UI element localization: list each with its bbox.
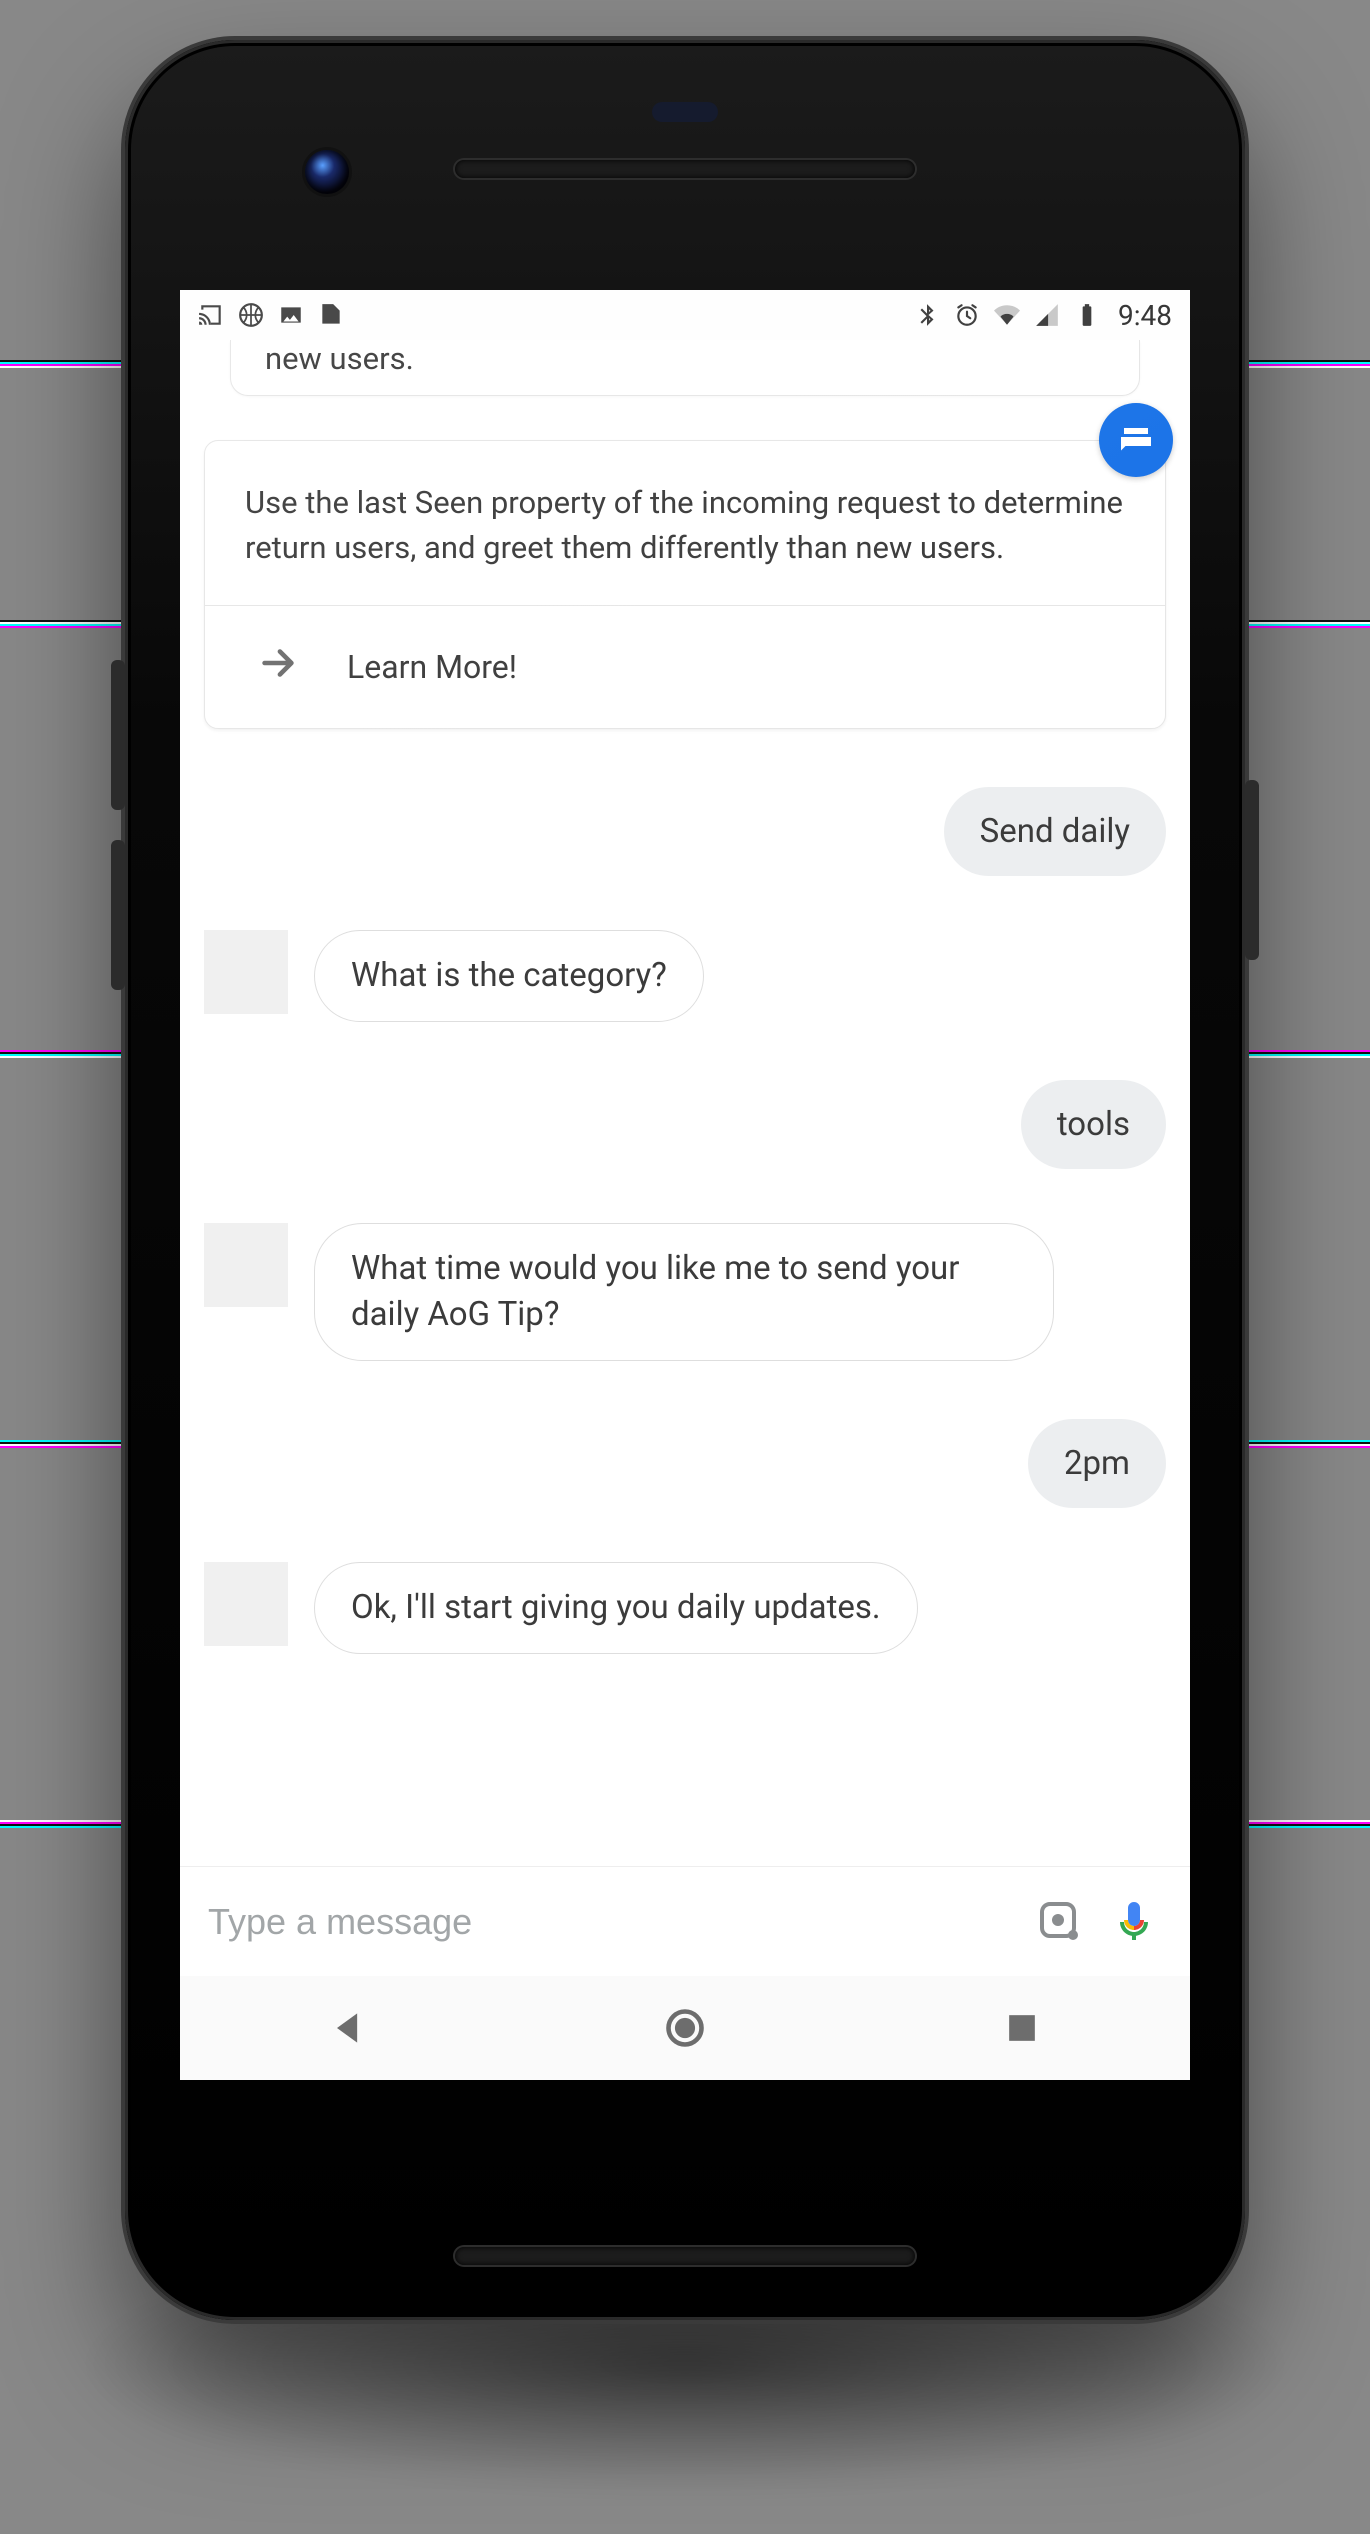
learn-more-button[interactable]: Learn More!: [205, 605, 1165, 728]
user-bubble[interactable]: tools: [1021, 1080, 1166, 1170]
card-body-text: Use the last Seen property of the incomi…: [205, 441, 1165, 605]
card-partial-text: new users.: [230, 340, 1140, 396]
front-camera: [305, 150, 349, 194]
learn-more-label: Learn More!: [347, 648, 517, 686]
bot-bubble[interactable]: What time would you like me to send your…: [314, 1223, 1054, 1360]
volume-up-button: [111, 660, 125, 810]
nav-recents-button[interactable]: [994, 2000, 1050, 2056]
message-input[interactable]: [208, 1901, 1014, 1943]
proximity-sensor: [652, 102, 718, 122]
user-message-row: 2pm: [180, 1419, 1190, 1509]
bluetooth-icon: [914, 302, 940, 328]
power-button: [1245, 780, 1259, 960]
agent-badge-icon: [1099, 403, 1173, 477]
lens-icon[interactable]: [1032, 1894, 1088, 1950]
bot-avatar: [204, 1223, 288, 1307]
bot-avatar: [204, 930, 288, 1014]
status-bar: 9:48: [180, 290, 1190, 340]
user-message-row: tools: [180, 1080, 1190, 1170]
screen: 9:48 new users. Use the last Seen proper…: [180, 290, 1190, 2080]
user-bubble[interactable]: Send daily: [944, 787, 1166, 877]
user-message-row: Send daily: [180, 787, 1190, 877]
arrow-right-icon: [255, 640, 301, 694]
nav-back-button[interactable]: [320, 2000, 376, 2056]
alarm-icon: [954, 302, 980, 328]
cell-icon: [1034, 302, 1060, 328]
nav-home-button[interactable]: [657, 2000, 713, 2056]
bottom-speaker: [455, 2247, 915, 2265]
bot-bubble[interactable]: What is the category?: [314, 930, 704, 1022]
bot-avatar: [204, 1562, 288, 1646]
phone-frame: 9:48 new users. Use the last Seen proper…: [125, 40, 1245, 2320]
cast-icon: [198, 302, 224, 328]
volume-down-button: [111, 840, 125, 990]
user-bubble[interactable]: 2pm: [1028, 1419, 1166, 1509]
earpiece-speaker: [455, 160, 915, 178]
bot-message-row: What time would you like me to send your…: [180, 1223, 1190, 1360]
message-input-bar: [180, 1866, 1190, 1976]
basketball-icon: [238, 302, 264, 328]
bot-message-row: Ok, I'll start giving you daily updates.: [180, 1562, 1190, 1654]
android-nav-bar: [180, 1976, 1190, 2080]
photo-icon: [278, 302, 304, 328]
info-card: Use the last Seen property of the incomi…: [204, 440, 1166, 729]
conversation-area[interactable]: new users. Use the last Seen property of…: [180, 340, 1190, 1866]
bot-message-row: What is the category?: [180, 930, 1190, 1022]
status-time: 9:48: [1118, 299, 1172, 332]
battery-icon: [1074, 302, 1100, 328]
check-doc-icon: [318, 302, 344, 328]
wifi-icon: [994, 302, 1020, 328]
mic-icon[interactable]: [1106, 1894, 1162, 1950]
bot-bubble[interactable]: Ok, I'll start giving you daily updates.: [314, 1562, 918, 1654]
